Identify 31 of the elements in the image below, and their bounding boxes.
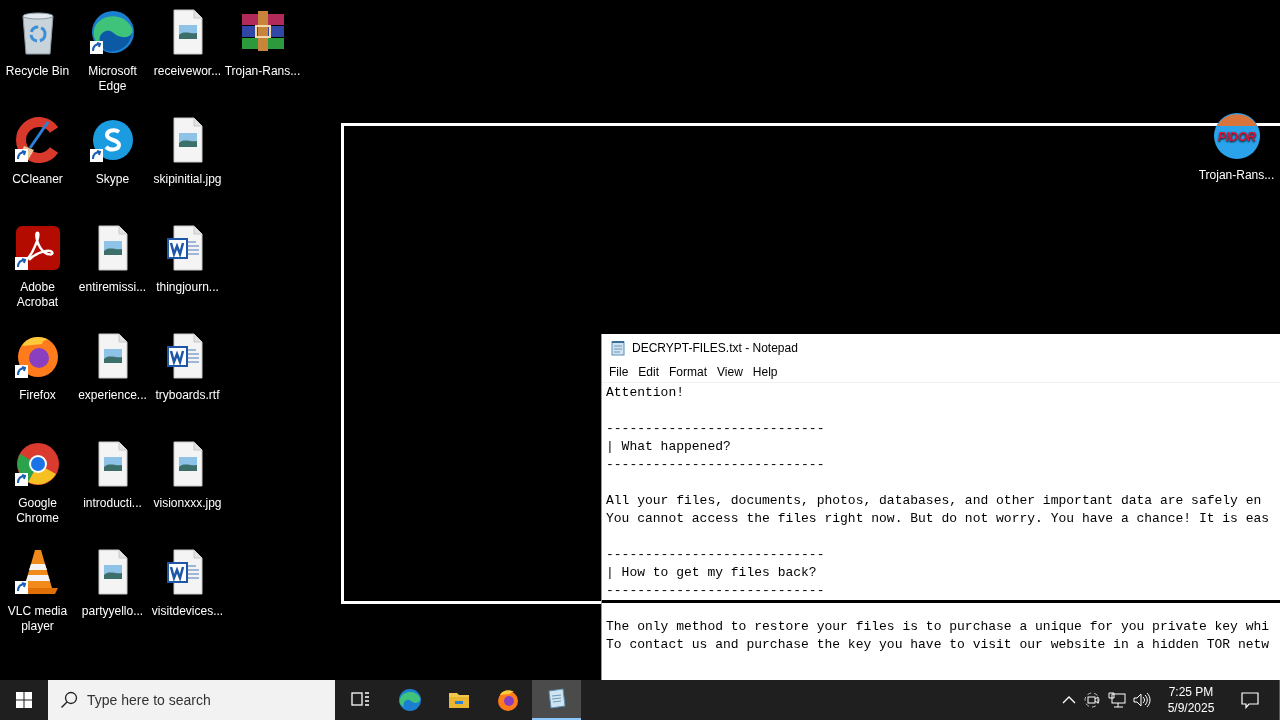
clock-time: 7:25 PM xyxy=(1168,684,1214,700)
text-line: | How to get my files back? xyxy=(606,564,817,582)
logo-icon: PIDOR xyxy=(1212,112,1261,160)
text-line: ---------------------------- xyxy=(606,420,825,438)
volume-icon xyxy=(1131,690,1151,710)
text-line: To contact us and purchase the key you have to visit our website in a hidden TOR netw xyxy=(606,636,1270,654)
notepad-icon xyxy=(610,339,626,356)
text-line: | What happened? xyxy=(606,438,731,456)
search-icon xyxy=(60,691,78,709)
text-line: ---------------------------- xyxy=(606,546,825,564)
search-field[interactable]: Type here to search xyxy=(48,680,335,720)
menu-item[interactable]: Format xyxy=(664,362,713,381)
window-title: DECRYPT-FILES.txt - Notepad xyxy=(632,339,798,357)
menu-item[interactable]: File xyxy=(604,362,634,381)
clock-date: 5/9/2025 xyxy=(1167,700,1215,716)
menu-item[interactable]: Edit xyxy=(633,362,665,381)
text-line: Attention! xyxy=(606,384,684,402)
menu-item[interactable]: View xyxy=(712,362,748,381)
text-line: ---------------------------- xyxy=(606,582,825,600)
text-line: You cannot access the files right now. But do not worry. You have a chance! It is eas xyxy=(606,510,1270,528)
browser-icon xyxy=(495,688,520,712)
taskbar-app[interactable] xyxy=(532,680,581,720)
network-icon xyxy=(1107,690,1127,710)
camera-icon xyxy=(1083,690,1103,710)
text-line: All your files, documents, photos, databases, and other important data are safely en xyxy=(606,492,1262,510)
text-line: ---------------------------- xyxy=(606,456,825,474)
notification-icon xyxy=(1241,691,1259,709)
text-line: The only method to restore your files is to purchase a unique for you private key whi xyxy=(606,618,1270,636)
menu-item[interactable]: Help xyxy=(747,362,783,381)
browser-icon xyxy=(397,688,422,712)
windows-icon xyxy=(16,692,32,708)
